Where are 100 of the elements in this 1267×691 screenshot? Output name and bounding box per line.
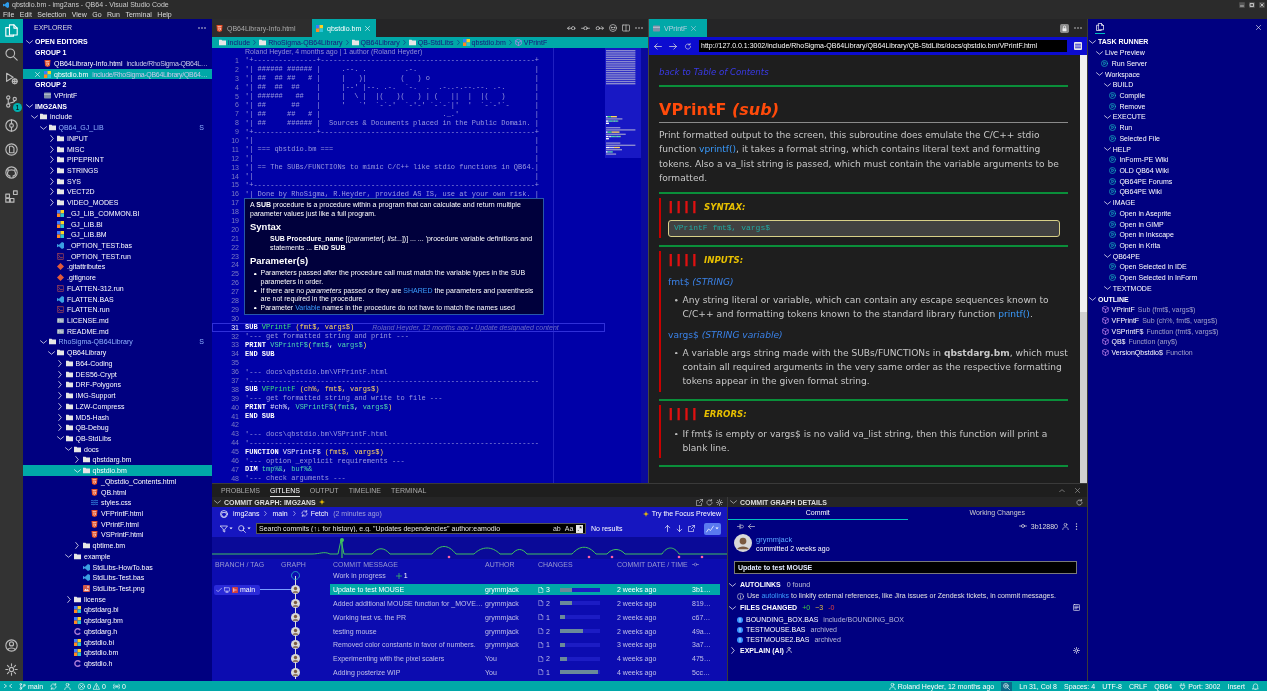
terminal-file-icon bbox=[57, 284, 64, 292]
close-icon[interactable] bbox=[1075, 488, 1080, 493]
terminal-file-icon bbox=[57, 306, 64, 314]
avatar-icon bbox=[734, 534, 752, 552]
face-circle-icon[interactable] bbox=[609, 24, 617, 32]
scrollbar[interactable] bbox=[641, 48, 648, 483]
commit-icon[interactable] bbox=[581, 25, 590, 31]
back-icon[interactable] bbox=[748, 522, 755, 530]
chevron-right-icon bbox=[292, 511, 296, 516]
wip-node-icon bbox=[290, 571, 300, 581]
cube-icon bbox=[1101, 338, 1109, 346]
more-icon[interactable] bbox=[198, 26, 206, 29]
activity-tab[interactable] bbox=[0, 19, 23, 43]
status-dot-icon bbox=[737, 626, 743, 633]
menu-icon[interactable] bbox=[1074, 42, 1082, 50]
sparkle-icon bbox=[318, 499, 325, 505]
description-text: Print formatted output to the screen, this subroutine does emulate the C/C++ stdio function vprintf(), it takes a format string, which contains literal text and formatting tokens. Also a va_list string is passed, which must contain the variable arguments to be formatted. bbox=[659, 129, 1060, 185]
commit-back-icon[interactable] bbox=[567, 25, 576, 31]
chevron-down-icon bbox=[730, 500, 737, 504]
play-circle-icon bbox=[1108, 209, 1116, 217]
status-dot-icon bbox=[737, 616, 743, 623]
cube-icon bbox=[514, 39, 522, 46]
chevron-right-icon bbox=[456, 40, 460, 45]
person-icon[interactable] bbox=[1062, 522, 1069, 530]
person-icon bbox=[888, 682, 896, 690]
refresh-icon[interactable] bbox=[706, 498, 713, 506]
branch-icon bbox=[19, 682, 26, 690]
settings-icon[interactable] bbox=[716, 498, 723, 506]
commit-forward-icon[interactable] bbox=[595, 25, 604, 31]
files-icon bbox=[5, 24, 18, 38]
folder-icon bbox=[351, 39, 359, 46]
commit-ring-icon bbox=[5, 119, 18, 133]
file-icon bbox=[538, 669, 544, 676]
html-file-icon bbox=[91, 520, 98, 528]
split-editor-icon[interactable] bbox=[622, 24, 630, 32]
bullet-icon bbox=[254, 272, 257, 276]
lock-icon[interactable] bbox=[1060, 23, 1069, 33]
chevron-right-icon bbox=[402, 40, 406, 45]
marker-icon bbox=[447, 555, 451, 559]
avatar-icon bbox=[290, 640, 300, 650]
search-mode-dropdown[interactable] bbox=[238, 524, 251, 533]
chart-toggle[interactable] bbox=[704, 522, 721, 535]
caret-icon bbox=[229, 527, 233, 530]
bullet-icon bbox=[675, 351, 678, 355]
forward-icon[interactable] bbox=[669, 42, 677, 50]
back-icon[interactable] bbox=[654, 42, 662, 50]
play-circle-icon bbox=[1108, 231, 1116, 239]
preview-file-icon bbox=[653, 24, 660, 32]
doc-link[interactable]: printf() bbox=[998, 309, 1030, 320]
pin-icon[interactable] bbox=[737, 522, 744, 530]
avatar-icon bbox=[290, 599, 300, 608]
plug-icon bbox=[1179, 682, 1187, 690]
maximize-icon[interactable] bbox=[1249, 1, 1255, 8]
parameter-name: vargs$ (STRING variable) bbox=[668, 328, 784, 341]
arrow-down-icon[interactable] bbox=[676, 525, 683, 532]
cube-icon bbox=[1101, 349, 1109, 357]
position-marker-icon bbox=[340, 538, 344, 559]
folder-icon bbox=[408, 39, 416, 46]
bullet-icon bbox=[254, 306, 257, 310]
reload-icon[interactable] bbox=[684, 42, 692, 50]
branch-connector bbox=[260, 589, 292, 591]
view-tab[interactable] bbox=[1095, 21, 1105, 35]
document-ring-icon bbox=[5, 142, 18, 156]
marker-icon bbox=[587, 555, 591, 559]
list-view-icon[interactable] bbox=[1073, 604, 1080, 612]
filter-dropdown[interactable] bbox=[220, 524, 233, 533]
status-dot-icon bbox=[737, 636, 743, 643]
scrollbar[interactable] bbox=[1080, 55, 1087, 483]
cat-circle-icon[interactable] bbox=[220, 509, 228, 518]
marker-icon bbox=[677, 555, 681, 559]
squares-file-icon bbox=[74, 638, 81, 646]
c-file-icon bbox=[74, 627, 81, 635]
html-file-icon bbox=[91, 531, 98, 539]
bullet-text: Any string literal or variable, which can contain any escape sequences known to C/C++ and formatting tokens known to the standard library function printf(). bbox=[682, 294, 1050, 322]
play-circle-icon bbox=[1108, 91, 1116, 99]
bullet-icon bbox=[675, 432, 678, 436]
arrow-up-icon[interactable] bbox=[664, 525, 671, 532]
c-file-icon bbox=[74, 660, 81, 668]
avatar-icon bbox=[290, 654, 300, 664]
play-circle-icon bbox=[1108, 167, 1116, 174]
zoom-icon[interactable] bbox=[1001, 681, 1013, 691]
stripes-icon bbox=[668, 253, 698, 268]
html-file-icon bbox=[91, 488, 98, 496]
play-circle-icon bbox=[1101, 59, 1109, 67]
chevron-right-icon bbox=[508, 40, 512, 45]
minimize-icon[interactable] bbox=[1239, 1, 1245, 8]
info-icon bbox=[737, 592, 744, 600]
fish-file-icon bbox=[82, 574, 90, 582]
caret-icon bbox=[247, 527, 251, 530]
stripes-icon bbox=[668, 406, 698, 421]
open-external-icon[interactable] bbox=[696, 498, 703, 506]
chevron-right-icon bbox=[345, 40, 349, 45]
tooltip-heading: Parameter(s) bbox=[250, 255, 310, 267]
refresh-icon[interactable] bbox=[1076, 498, 1083, 506]
play-circle-icon bbox=[1108, 220, 1116, 228]
commit-icon bbox=[1018, 522, 1027, 530]
more-icon[interactable] bbox=[1073, 522, 1080, 530]
sync-icon bbox=[300, 510, 308, 517]
minimap-drawing[interactable] bbox=[605, 48, 641, 158]
bullet-icon bbox=[254, 289, 257, 293]
